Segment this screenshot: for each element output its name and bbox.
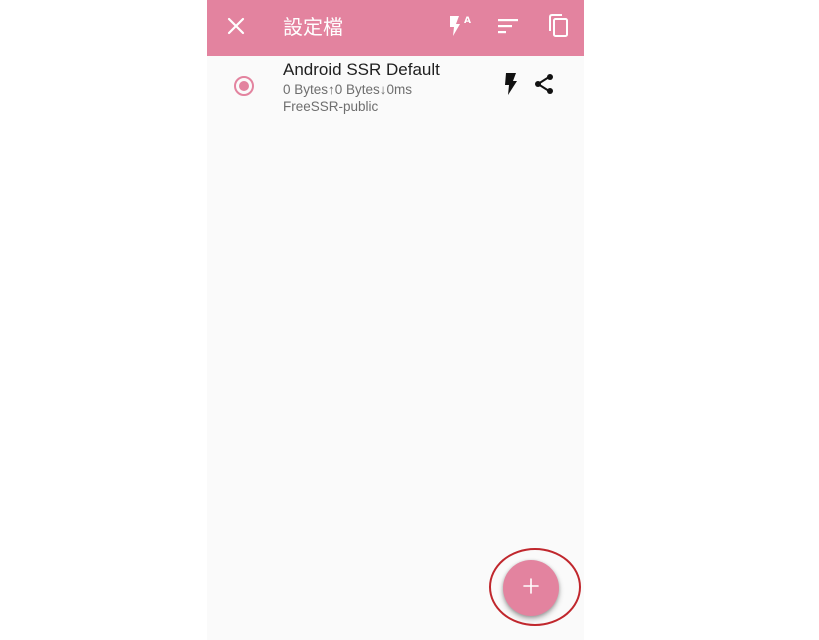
content-copy-icon [547, 13, 569, 43]
share-icon [533, 73, 555, 100]
sort-icon [497, 17, 519, 40]
profile-item[interactable]: Android SSR Default 0 Bytes↑0 Bytes↓0ms … [207, 56, 584, 122]
app-screen: 設定檔 A Android SSR Default 0 Bytes↑0 Byte… [207, 0, 584, 640]
add-profile-button[interactable] [503, 560, 559, 616]
flash-icon [503, 72, 519, 101]
profile-group: FreeSSR-public [283, 99, 379, 114]
test-profile-button[interactable] [497, 72, 525, 100]
page-title: 設定檔 [283, 15, 343, 39]
profile-name: Android SSR Default [283, 60, 440, 79]
profile-stats: 0 Bytes↑0 Bytes↓0ms [283, 82, 413, 97]
svg-text:A: A [464, 16, 471, 26]
share-profile-button[interactable] [530, 72, 558, 100]
close-icon [227, 17, 245, 40]
selected-radio[interactable] [233, 75, 255, 97]
flash-auto-icon: A [445, 13, 471, 44]
close-button[interactable] [216, 8, 256, 48]
test-all-button[interactable]: A [438, 8, 478, 48]
copy-button[interactable] [538, 8, 578, 48]
add-icon [521, 576, 541, 601]
toolbar: 設定檔 A [207, 0, 584, 56]
sort-button[interactable] [488, 8, 528, 48]
